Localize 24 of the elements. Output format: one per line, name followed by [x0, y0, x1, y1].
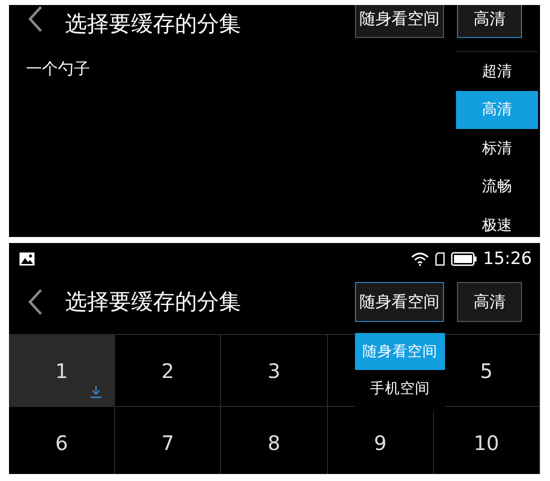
episode-cell[interactable]: 1 [9, 335, 116, 407]
sim-icon [435, 252, 445, 266]
episode-cell[interactable]: 2 [115, 335, 222, 407]
wifi-icon [411, 252, 429, 266]
quality-button[interactable]: 高清 [457, 5, 522, 38]
storage-button[interactable]: 随身看空间 [355, 5, 444, 38]
back-icon[interactable] [27, 288, 43, 316]
episode-cell[interactable]: 6 [9, 407, 116, 474]
screen-title: 选择要缓存的分集 [65, 289, 241, 317]
quality-button[interactable]: 高清 [457, 282, 522, 322]
screen-title: 选择要缓存的分集 [65, 11, 241, 39]
image-icon [19, 252, 35, 266]
quality-option[interactable]: 超清 [456, 52, 538, 90]
episode-cell[interactable]: 3 [221, 335, 328, 407]
episode-item[interactable]: 一个勺子 [26, 59, 90, 80]
battery-icon [451, 252, 477, 266]
status-time: 15:26 [483, 249, 532, 269]
episode-cell[interactable]: 7 [115, 407, 222, 474]
episode-cell[interactable]: 8 [221, 407, 328, 474]
quality-option[interactable]: 极速 [456, 206, 538, 237]
quality-option[interactable]: 流畅 [456, 168, 538, 206]
back-icon[interactable] [27, 5, 43, 33]
storage-button[interactable]: 随身看空间 [355, 282, 444, 322]
quality-option[interactable]: 标清 [456, 129, 538, 168]
